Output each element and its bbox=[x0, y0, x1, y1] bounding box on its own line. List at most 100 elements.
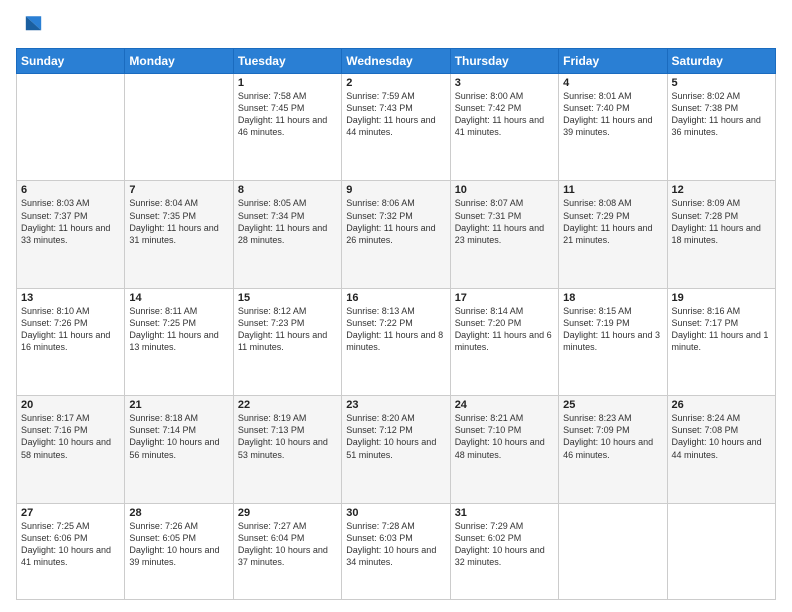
cell-info: Daylight: 11 hours and 8 minutes. bbox=[346, 329, 445, 353]
day-number: 29 bbox=[238, 507, 337, 519]
cell-info: Sunrise: 8:20 AM bbox=[346, 412, 445, 424]
cell-info: Daylight: 11 hours and 41 minutes. bbox=[455, 114, 554, 138]
calendar-cell: 20Sunrise: 8:17 AMSunset: 7:16 PMDayligh… bbox=[17, 396, 125, 503]
cell-info: Sunrise: 8:10 AM bbox=[21, 305, 120, 317]
day-number: 2 bbox=[346, 77, 445, 89]
day-number: 25 bbox=[563, 399, 662, 411]
day-number: 15 bbox=[238, 292, 337, 304]
cell-info: Sunset: 7:10 PM bbox=[455, 424, 554, 436]
cell-info: Sunset: 7:31 PM bbox=[455, 210, 554, 222]
cell-info: Daylight: 11 hours and 18 minutes. bbox=[672, 222, 771, 246]
cell-info: Daylight: 11 hours and 31 minutes. bbox=[129, 222, 228, 246]
cell-info: Sunrise: 8:11 AM bbox=[129, 305, 228, 317]
cell-info: Sunrise: 8:12 AM bbox=[238, 305, 337, 317]
cell-info: Daylight: 10 hours and 58 minutes. bbox=[21, 436, 120, 460]
calendar-cell: 31Sunrise: 7:29 AMSunset: 6:02 PMDayligh… bbox=[450, 503, 558, 599]
cell-info: Sunrise: 8:03 AM bbox=[21, 197, 120, 209]
day-number: 4 bbox=[563, 77, 662, 89]
cell-info: Sunset: 7:29 PM bbox=[563, 210, 662, 222]
day-number: 21 bbox=[129, 399, 228, 411]
cell-info: Daylight: 10 hours and 53 minutes. bbox=[238, 436, 337, 460]
calendar-cell: 1Sunrise: 7:58 AMSunset: 7:45 PMDaylight… bbox=[233, 74, 341, 181]
cell-info: Sunrise: 7:58 AM bbox=[238, 90, 337, 102]
calendar-header-row: SundayMondayTuesdayWednesdayThursdayFrid… bbox=[17, 49, 776, 74]
cell-info: Daylight: 11 hours and 11 minutes. bbox=[238, 329, 337, 353]
cell-info: Daylight: 11 hours and 46 minutes. bbox=[238, 114, 337, 138]
cell-info: Daylight: 10 hours and 32 minutes. bbox=[455, 544, 554, 568]
calendar-cell: 10Sunrise: 8:07 AMSunset: 7:31 PMDayligh… bbox=[450, 181, 558, 288]
cell-info: Daylight: 10 hours and 48 minutes. bbox=[455, 436, 554, 460]
calendar-cell: 29Sunrise: 7:27 AMSunset: 6:04 PMDayligh… bbox=[233, 503, 341, 599]
day-number: 26 bbox=[672, 399, 771, 411]
cell-info: Sunset: 6:02 PM bbox=[455, 532, 554, 544]
cell-info: Daylight: 11 hours and 26 minutes. bbox=[346, 222, 445, 246]
calendar-cell: 14Sunrise: 8:11 AMSunset: 7:25 PMDayligh… bbox=[125, 288, 233, 395]
cell-info: Sunset: 6:06 PM bbox=[21, 532, 120, 544]
cell-info: Daylight: 10 hours and 46 minutes. bbox=[563, 436, 662, 460]
day-number: 19 bbox=[672, 292, 771, 304]
cell-info: Sunrise: 8:07 AM bbox=[455, 197, 554, 209]
cell-info: Sunset: 7:35 PM bbox=[129, 210, 228, 222]
day-number: 7 bbox=[129, 184, 228, 196]
cell-info: Daylight: 11 hours and 33 minutes. bbox=[21, 222, 120, 246]
calendar-cell: 9Sunrise: 8:06 AMSunset: 7:32 PMDaylight… bbox=[342, 181, 450, 288]
cell-info: Sunrise: 8:14 AM bbox=[455, 305, 554, 317]
calendar-cell: 19Sunrise: 8:16 AMSunset: 7:17 PMDayligh… bbox=[667, 288, 775, 395]
cell-info: Daylight: 10 hours and 39 minutes. bbox=[129, 544, 228, 568]
day-number: 18 bbox=[563, 292, 662, 304]
cell-info: Sunrise: 8:18 AM bbox=[129, 412, 228, 424]
calendar-cell bbox=[125, 74, 233, 181]
cell-info: Sunset: 7:37 PM bbox=[21, 210, 120, 222]
day-number: 10 bbox=[455, 184, 554, 196]
cell-info: Sunrise: 7:26 AM bbox=[129, 520, 228, 532]
cell-info: Sunrise: 7:29 AM bbox=[455, 520, 554, 532]
day-number: 14 bbox=[129, 292, 228, 304]
day-number: 13 bbox=[21, 292, 120, 304]
calendar-cell bbox=[17, 74, 125, 181]
cell-info: Sunset: 7:17 PM bbox=[672, 317, 771, 329]
cell-info: Daylight: 11 hours and 13 minutes. bbox=[129, 329, 228, 353]
calendar-cell: 11Sunrise: 8:08 AMSunset: 7:29 PMDayligh… bbox=[559, 181, 667, 288]
day-of-week-header: Friday bbox=[559, 49, 667, 74]
cell-info: Sunset: 7:25 PM bbox=[129, 317, 228, 329]
day-number: 17 bbox=[455, 292, 554, 304]
header bbox=[16, 12, 776, 40]
cell-info: Sunset: 7:19 PM bbox=[563, 317, 662, 329]
cell-info: Daylight: 10 hours and 37 minutes. bbox=[238, 544, 337, 568]
day-number: 11 bbox=[563, 184, 662, 196]
day-number: 23 bbox=[346, 399, 445, 411]
cell-info: Sunrise: 8:04 AM bbox=[129, 197, 228, 209]
cell-info: Daylight: 11 hours and 1 minute. bbox=[672, 329, 771, 353]
cell-info: Sunset: 7:42 PM bbox=[455, 102, 554, 114]
cell-info: Sunrise: 8:23 AM bbox=[563, 412, 662, 424]
cell-info: Sunrise: 8:21 AM bbox=[455, 412, 554, 424]
cell-info: Sunrise: 8:16 AM bbox=[672, 305, 771, 317]
calendar-cell: 6Sunrise: 8:03 AMSunset: 7:37 PMDaylight… bbox=[17, 181, 125, 288]
cell-info: Daylight: 10 hours and 51 minutes. bbox=[346, 436, 445, 460]
calendar-week-row: 20Sunrise: 8:17 AMSunset: 7:16 PMDayligh… bbox=[17, 396, 776, 503]
day-number: 30 bbox=[346, 507, 445, 519]
day-number: 22 bbox=[238, 399, 337, 411]
cell-info: Daylight: 11 hours and 44 minutes. bbox=[346, 114, 445, 138]
cell-info: Daylight: 11 hours and 6 minutes. bbox=[455, 329, 554, 353]
cell-info: Daylight: 11 hours and 23 minutes. bbox=[455, 222, 554, 246]
calendar-cell: 13Sunrise: 8:10 AMSunset: 7:26 PMDayligh… bbox=[17, 288, 125, 395]
day-number: 28 bbox=[129, 507, 228, 519]
cell-info: Sunrise: 8:13 AM bbox=[346, 305, 445, 317]
day-number: 6 bbox=[21, 184, 120, 196]
cell-info: Sunset: 7:32 PM bbox=[346, 210, 445, 222]
cell-info: Daylight: 10 hours and 56 minutes. bbox=[129, 436, 228, 460]
calendar-cell: 12Sunrise: 8:09 AMSunset: 7:28 PMDayligh… bbox=[667, 181, 775, 288]
cell-info: Sunrise: 7:28 AM bbox=[346, 520, 445, 532]
calendar-cell: 5Sunrise: 8:02 AMSunset: 7:38 PMDaylight… bbox=[667, 74, 775, 181]
cell-info: Sunrise: 8:02 AM bbox=[672, 90, 771, 102]
cell-info: Sunset: 7:13 PM bbox=[238, 424, 337, 436]
day-number: 3 bbox=[455, 77, 554, 89]
cell-info: Sunset: 7:09 PM bbox=[563, 424, 662, 436]
calendar-cell: 28Sunrise: 7:26 AMSunset: 6:05 PMDayligh… bbox=[125, 503, 233, 599]
calendar-week-row: 1Sunrise: 7:58 AMSunset: 7:45 PMDaylight… bbox=[17, 74, 776, 181]
calendar-cell: 23Sunrise: 8:20 AMSunset: 7:12 PMDayligh… bbox=[342, 396, 450, 503]
cell-info: Sunset: 7:28 PM bbox=[672, 210, 771, 222]
cell-info: Sunrise: 8:19 AM bbox=[238, 412, 337, 424]
calendar-cell: 7Sunrise: 8:04 AMSunset: 7:35 PMDaylight… bbox=[125, 181, 233, 288]
